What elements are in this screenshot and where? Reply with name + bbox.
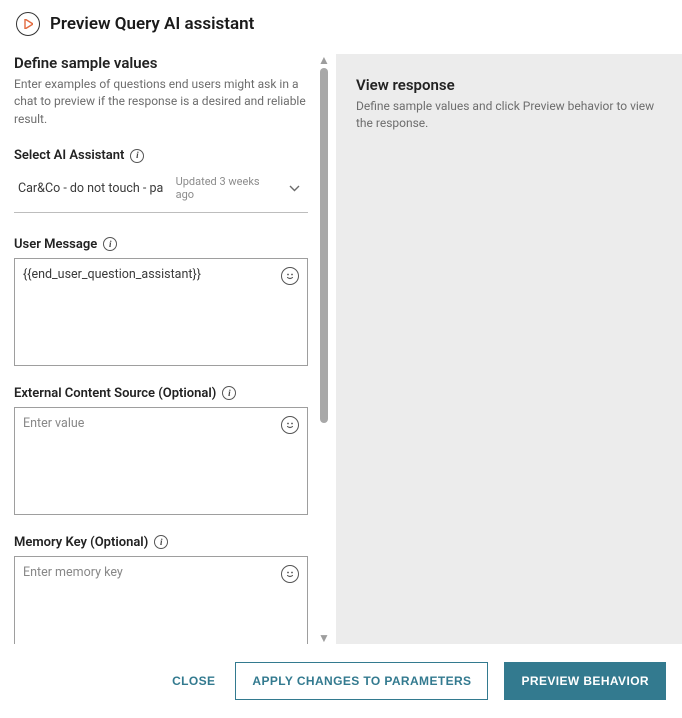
define-title: Define sample values bbox=[14, 54, 308, 72]
define-section: Define sample values Enter examples of q… bbox=[14, 54, 308, 128]
response-title: View response bbox=[356, 76, 662, 94]
user-message-value: {{end_user_question_assistant}} bbox=[23, 267, 273, 282]
define-desc: Enter examples of questions end users mi… bbox=[14, 76, 308, 128]
external-content-placeholder: Enter value bbox=[23, 416, 273, 431]
scrollbar[interactable]: ▲ ▼ bbox=[316, 54, 332, 644]
assistant-select[interactable]: Car&Co - do not touch - pa Updated 3 wee… bbox=[14, 169, 308, 212]
assistant-select-meta: Updated 3 weeks ago bbox=[176, 175, 271, 201]
external-content-field: External Content Source (Optional) i Ent… bbox=[14, 386, 308, 515]
play-icon bbox=[16, 12, 40, 36]
external-content-label: External Content Source (Optional) bbox=[14, 386, 216, 401]
response-panel: View response Define sample values and c… bbox=[336, 54, 682, 644]
scroll-up-icon[interactable]: ▲ bbox=[318, 54, 330, 66]
memory-key-field: Memory Key (Optional) i Enter memory key bbox=[14, 535, 308, 644]
response-desc: Define sample values and click Preview b… bbox=[356, 98, 662, 133]
info-icon[interactable]: i bbox=[222, 386, 236, 400]
memory-key-placeholder: Enter memory key bbox=[23, 565, 273, 580]
user-message-label: User Message bbox=[14, 237, 97, 252]
user-message-input[interactable]: {{end_user_question_assistant}} bbox=[14, 258, 308, 366]
emoji-icon[interactable] bbox=[281, 416, 299, 434]
left-panel: Define sample values Enter examples of q… bbox=[14, 54, 314, 644]
external-content-input[interactable]: Enter value bbox=[14, 407, 308, 515]
scroll-down-icon[interactable]: ▼ bbox=[318, 632, 330, 644]
memory-key-input[interactable]: Enter memory key bbox=[14, 556, 308, 644]
memory-key-label: Memory Key (Optional) bbox=[14, 535, 148, 550]
form-scroll-area[interactable]: Define sample values Enter examples of q… bbox=[14, 54, 314, 644]
info-icon[interactable]: i bbox=[103, 237, 117, 251]
apply-changes-button[interactable]: APPLY CHANGES TO PARAMETERS bbox=[235, 662, 488, 700]
close-button[interactable]: CLOSE bbox=[168, 664, 219, 698]
emoji-icon[interactable] bbox=[281, 267, 299, 285]
dialog-footer: CLOSE APPLY CHANGES TO PARAMETERS PREVIE… bbox=[0, 644, 682, 700]
user-message-field: User Message i {{end_user_question_assis… bbox=[14, 237, 308, 366]
dialog-header: Preview Query AI assistant bbox=[0, 0, 682, 46]
info-icon[interactable]: i bbox=[154, 535, 168, 549]
info-icon[interactable]: i bbox=[130, 149, 144, 163]
chevron-down-icon bbox=[283, 181, 306, 196]
dialog-title: Preview Query AI assistant bbox=[50, 14, 254, 34]
assistant-label: Select AI Assistant bbox=[14, 148, 124, 163]
assistant-select-value: Car&Co - do not touch - pa bbox=[18, 181, 163, 196]
preview-behavior-button[interactable]: PREVIEW BEHAVIOR bbox=[504, 662, 666, 700]
assistant-field: Select AI Assistant i Car&Co - do not to… bbox=[14, 148, 308, 212]
emoji-icon[interactable] bbox=[281, 565, 299, 583]
scroll-thumb[interactable] bbox=[320, 68, 328, 423]
